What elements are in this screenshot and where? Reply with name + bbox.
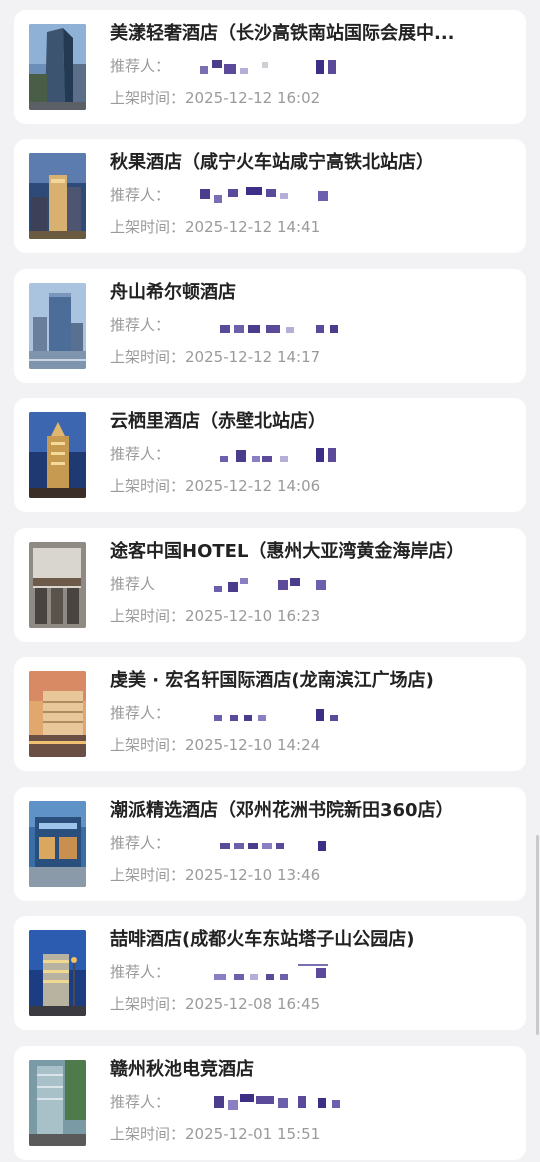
hotel-name: 喆啡酒店(成都火车东站塔子山公园店)	[110, 929, 415, 950]
listed-time: 上架时间：2025-12-01 15:51	[110, 1123, 320, 1145]
listed-time-label: 上架时间：	[110, 1125, 186, 1143]
listed-time-value: 2025-12-12 14:17	[185, 348, 321, 366]
hotel-card[interactable]: 赣州秋池电竞酒店 推荐人： 上架时间：2025-12-01 15:51	[14, 1046, 526, 1160]
listed-time: 上架时间：2025-12-10 16:23	[110, 605, 320, 627]
hotel-name: 潮派精选酒店（邓州花洲书院新田360店）	[110, 800, 454, 821]
listed-time: 上架时间：2025-12-10 14:24	[110, 734, 320, 756]
hotel-name: 虔美 · 宏名轩国际酒店(龙南滨江广场店)	[110, 670, 434, 691]
hotel-card[interactable]: 虔美 · 宏名轩国际酒店(龙南滨江广场店) 推荐人： 上架时间：2025-12-…	[14, 657, 526, 771]
referrer-redacted	[200, 317, 350, 335]
hotel-thumbnail	[29, 412, 86, 498]
listed-time: 上架时间：2025-12-12 16:02	[110, 87, 320, 109]
listed-time-value: 2025-12-08 16:45	[185, 995, 321, 1013]
listed-time-value: 2025-12-10 13:46	[185, 866, 321, 884]
hotel-name: 途客中国HOTEL（惠州大亚湾黄金海岸店）	[110, 541, 465, 562]
hotel-list-page: { "labels": { "referrer": "推荐人：", "liste…	[0, 0, 540, 1162]
listed-time-label: 上架时间：	[110, 607, 186, 625]
listed-time-label: 上架时间：	[110, 995, 186, 1013]
referrer-label: 推荐人：	[110, 316, 171, 334]
listed-time-label: 上架时间：	[110, 348, 186, 366]
referrer-redacted	[200, 58, 350, 76]
referrer-redacted	[200, 187, 350, 205]
listed-time-value: 2025-12-10 16:23	[185, 607, 321, 625]
hotel-card[interactable]: 途客中国HOTEL（惠州大亚湾黄金海岸店） 推荐人 上架时间：2025-12-1…	[14, 528, 526, 642]
hotel-name: 赣州秋池电竞酒店	[110, 1059, 254, 1080]
referrer-label: 推荐人：	[110, 963, 171, 981]
hotel-thumbnail	[29, 24, 86, 110]
listed-time-value: 2025-12-12 16:02	[185, 89, 321, 107]
listed-time: 上架时间：2025-12-12 14:17	[110, 346, 320, 368]
hotel-thumbnail	[29, 671, 86, 757]
referrer-redacted	[200, 446, 350, 464]
referrer-redacted	[200, 576, 350, 594]
scrollbar[interactable]	[536, 835, 539, 1035]
listed-time-label: 上架时间：	[110, 866, 186, 884]
hotel-card[interactable]: 云栖里酒店（赤壁北站店） 推荐人： 上架时间：2025-12-12 14:06	[14, 398, 526, 512]
hotel-thumbnail	[29, 801, 86, 887]
referrer-redacted	[200, 705, 350, 723]
referrer-label: 推荐人：	[110, 445, 171, 463]
listed-time: 上架时间：2025-12-12 14:06	[110, 475, 320, 497]
listed-time-value: 2025-12-01 15:51	[185, 1125, 321, 1143]
listed-time: 上架时间：2025-12-08 16:45	[110, 993, 320, 1015]
referrer-redacted	[200, 964, 350, 982]
referrer-redacted	[200, 1094, 350, 1112]
listed-time-label: 上架时间：	[110, 218, 186, 236]
hotel-thumbnail	[29, 1060, 86, 1146]
listed-time-value: 2025-12-12 14:06	[185, 477, 321, 495]
referrer-label: 推荐人：	[110, 704, 171, 722]
hotel-card[interactable]: 喆啡酒店(成都火车东站塔子山公园店) 推荐人： 上架时间：2025-12-08 …	[14, 916, 526, 1030]
listed-time-label: 上架时间：	[110, 89, 186, 107]
hotel-thumbnail	[29, 542, 86, 628]
hotel-name: 舟山希尔顿酒店	[110, 282, 236, 303]
hotel-name: 美漾轻奢酒店（长沙高铁南站国际会展中...	[110, 23, 455, 44]
hotel-name: 秋果酒店（咸宁火车站咸宁高铁北站店）	[110, 152, 434, 173]
hotel-thumbnail	[29, 283, 86, 369]
hotel-thumbnail	[29, 930, 86, 1016]
hotel-card[interactable]: 潮派精选酒店（邓州花洲书院新田360店） 推荐人： 上架时间：2025-12-1…	[14, 787, 526, 901]
hotel-thumbnail	[29, 153, 86, 239]
listed-time-label: 上架时间：	[110, 736, 186, 754]
referrer-label: 推荐人：	[110, 186, 171, 204]
hotel-card[interactable]: 舟山希尔顿酒店 推荐人： 上架时间：2025-12-12 14:17	[14, 269, 526, 383]
referrer-label: 推荐人：	[110, 57, 171, 75]
hotel-name: 云栖里酒店（赤壁北站店）	[110, 411, 326, 432]
listed-time: 上架时间：2025-12-12 14:41	[110, 216, 320, 238]
hotel-card[interactable]: 美漾轻奢酒店（长沙高铁南站国际会展中... 推荐人： 上架时间：2025-12-…	[14, 10, 526, 124]
listed-time: 上架时间：2025-12-10 13:46	[110, 864, 320, 886]
referrer-label: 推荐人	[110, 575, 156, 593]
referrer-label: 推荐人：	[110, 1093, 171, 1111]
listed-time-label: 上架时间：	[110, 477, 186, 495]
listed-time-value: 2025-12-12 14:41	[185, 218, 321, 236]
hotel-card[interactable]: 秋果酒店（咸宁火车站咸宁高铁北站店） 推荐人： 上架时间：2025-12-12 …	[14, 139, 526, 253]
referrer-redacted	[200, 835, 350, 853]
referrer-label: 推荐人：	[110, 834, 171, 852]
listed-time-value: 2025-12-10 14:24	[185, 736, 321, 754]
